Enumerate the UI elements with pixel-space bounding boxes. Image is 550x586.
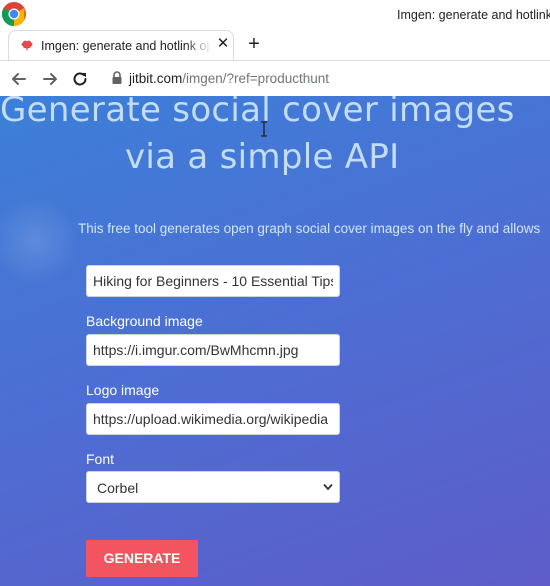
font-label: Font xyxy=(86,451,115,467)
background-image-label: Background image xyxy=(86,313,203,329)
hero-heading-line-2: via a simple API xyxy=(125,137,400,177)
lock-icon[interactable] xyxy=(111,71,123,85)
background-texture xyxy=(0,196,80,286)
brain-favicon-icon xyxy=(21,40,33,51)
text-cursor-icon xyxy=(261,121,267,137)
arrow-left-icon[interactable] xyxy=(8,68,30,90)
arrow-right-icon[interactable] xyxy=(39,68,61,90)
new-tab-button[interactable]: + xyxy=(244,33,264,55)
title-input[interactable] xyxy=(86,265,340,297)
tab-title: Imgen: generate and hotlink open graph xyxy=(41,39,211,53)
chevron-down-icon xyxy=(323,483,333,491)
generate-button[interactable]: GENERATE xyxy=(86,540,198,577)
reload-icon[interactable] xyxy=(69,68,91,90)
browser-toolbar: jitbit.com/imgen/?ref=producthunt xyxy=(0,60,550,96)
background-image-input[interactable] xyxy=(86,334,340,366)
tab-close-icon[interactable]: ✕ xyxy=(215,36,231,52)
hero-subtitle: This free tool generates open graph soci… xyxy=(78,221,541,236)
window-title: Imgen: generate and hotlink xyxy=(397,8,550,22)
address-bar[interactable]: jitbit.com/imgen/?ref=producthunt xyxy=(129,71,329,86)
chrome-logo-icon[interactable] xyxy=(1,1,27,27)
logo-image-input[interactable] xyxy=(86,403,340,435)
hero-heading-line-1: Generate social cover images xyxy=(0,96,515,130)
tab-strip: Imgen: generate and hotlink open graph ✕… xyxy=(0,30,550,60)
url-host: jitbit.com xyxy=(129,71,183,86)
page-content: Generate social cover images via a simpl… xyxy=(0,96,550,586)
url-path: /imgen/?ref=producthunt xyxy=(182,71,329,86)
font-select-value: Corbel xyxy=(97,480,139,496)
font-select[interactable]: Corbel xyxy=(86,471,340,503)
tab-imgen[interactable]: Imgen: generate and hotlink open graph ✕ xyxy=(8,30,234,60)
browser-title-bar: Imgen: generate and hotlink xyxy=(0,0,550,30)
logo-image-label: Logo image xyxy=(86,382,160,398)
